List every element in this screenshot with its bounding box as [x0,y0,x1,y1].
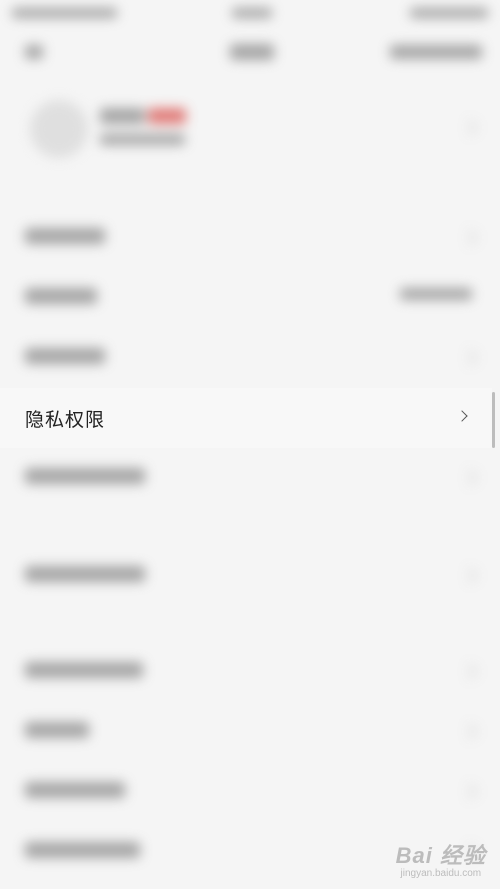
row-label-3[interactable] [25,348,105,364]
scrollbar-thumb[interactable] [492,392,495,448]
profile-name [100,108,145,124]
chevron-right-icon [461,229,478,246]
row-label-5[interactable] [25,468,145,484]
watermark-logo: Bai 经验 [395,843,486,868]
watermark: Bai 经验 jingyan.baidu.com [396,838,486,879]
chevron-right-icon [461,567,478,584]
row-label-10[interactable] [25,842,140,858]
chevron-right-icon [461,469,478,486]
row-label-9[interactable] [25,782,125,798]
chevron-right-icon [456,410,468,422]
avatar[interactable] [30,100,88,158]
nav-title [230,44,274,60]
settings-item-privacy-permissions[interactable]: 隐私权限 [0,388,492,448]
chevron-right-icon [461,723,478,740]
settings-item-label: 隐私权限 [25,409,106,431]
nav-action[interactable] [390,45,482,59]
status-bar-icons [410,8,488,18]
chevron-right-icon [461,663,478,680]
row-label-2[interactable] [25,288,97,304]
chevron-right-icon [461,349,478,366]
row-label-8[interactable] [25,722,89,738]
watermark-url: jingyan.baidu.com [400,868,482,879]
back-icon[interactable] [25,45,43,59]
status-bar-carrier [12,8,117,18]
status-bar-time [232,8,272,18]
profile-badge [148,108,186,124]
row-value-2 [400,288,472,300]
row-label-1[interactable] [25,228,105,244]
chevron-right-icon [461,783,478,800]
row-label-7[interactable] [25,662,143,678]
row-label-6[interactable] [25,566,145,582]
profile-subtitle [100,134,185,145]
chevron-right-icon [461,119,478,136]
